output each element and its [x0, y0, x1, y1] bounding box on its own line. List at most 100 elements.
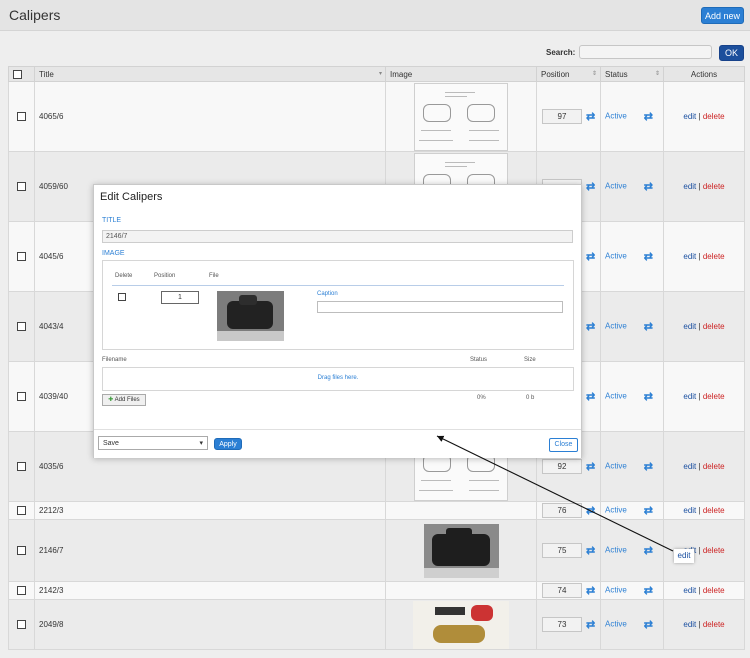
row-checkbox[interactable] — [17, 506, 26, 516]
edit-link[interactable]: edit — [683, 182, 696, 191]
edit-link[interactable]: edit — [683, 586, 696, 595]
refresh-icon[interactable]: ⇄ — [586, 111, 595, 123]
row-position-cell: 97 ⇄ — [536, 81, 601, 152]
column-header-title[interactable]: Title ▾ — [34, 66, 386, 82]
row-select-cell — [8, 151, 35, 222]
edit-link[interactable]: edit — [683, 506, 696, 515]
status-link[interactable]: Active — [605, 252, 627, 261]
delete-link[interactable]: delete — [703, 392, 725, 401]
edit-link[interactable]: edit — [683, 620, 696, 629]
delete-link[interactable]: delete — [703, 322, 725, 331]
position-input[interactable]: 76 — [542, 503, 582, 518]
delete-link[interactable]: delete — [703, 112, 725, 121]
position-input[interactable]: 97 — [542, 109, 582, 124]
edit-link[interactable]: edit — [683, 252, 696, 261]
column-header-position[interactable]: Position ⇕ — [536, 66, 601, 82]
delete-link[interactable]: delete — [703, 620, 725, 629]
row-checkbox[interactable] — [17, 112, 26, 122]
edit-link[interactable]: edit — [683, 322, 696, 331]
refresh-icon[interactable]: ⇄ — [586, 585, 595, 597]
row-checkbox[interactable] — [17, 462, 26, 472]
status-link[interactable]: Active — [605, 506, 627, 515]
status-link[interactable]: Active — [605, 462, 627, 471]
refresh-icon[interactable]: ⇄ — [586, 505, 595, 517]
delete-column-header: Delete — [115, 273, 133, 279]
row-position-cell: 73 ⇄ — [536, 599, 601, 650]
delete-link[interactable]: delete — [703, 182, 725, 191]
image-position-input[interactable]: 1 — [161, 291, 199, 304]
refresh-icon[interactable]: ⇄ — [586, 251, 595, 263]
refresh-icon[interactable]: ⇄ — [586, 321, 595, 333]
file-drop-zone[interactable]: Drag files here. — [102, 367, 574, 391]
edit-link[interactable]: edit — [683, 392, 696, 401]
row-checkbox[interactable] — [17, 392, 26, 402]
sort-icon: ▾ — [378, 71, 382, 77]
title-field[interactable]: 2146/7 — [102, 230, 573, 243]
delete-link[interactable]: delete — [703, 252, 725, 261]
divider — [112, 285, 564, 286]
status-link[interactable]: Active — [605, 112, 627, 121]
add-files-label: Add Files — [114, 397, 140, 403]
delete-link[interactable]: delete — [703, 506, 725, 515]
save-action-select[interactable]: Save ▾ — [98, 436, 208, 450]
refresh-icon[interactable]: ⇄ — [644, 505, 653, 517]
add-files-button[interactable]: ✚ Add Files — [102, 394, 146, 406]
row-checkbox[interactable] — [17, 586, 26, 596]
row-checkbox[interactable] — [17, 252, 26, 262]
refresh-icon[interactable]: ⇄ — [586, 391, 595, 403]
delete-image-checkbox[interactable] — [118, 293, 126, 301]
close-button[interactable]: Close — [549, 438, 578, 452]
status-link[interactable]: Active — [605, 392, 627, 401]
image-section-label: IMAGE — [102, 250, 125, 257]
select-all-checkbox[interactable] — [13, 69, 22, 79]
row-status-cell: Active ⇄ — [600, 361, 664, 432]
refresh-icon[interactable]: ⇄ — [586, 461, 595, 473]
row-position-cell: 76 ⇄ — [536, 501, 601, 520]
row-image-cell — [385, 581, 537, 600]
row-checkbox[interactable] — [17, 182, 26, 192]
status-link[interactable]: Active — [605, 620, 627, 629]
position-input[interactable]: 75 — [542, 543, 582, 558]
delete-link[interactable]: delete — [703, 546, 725, 555]
row-checkbox[interactable] — [17, 322, 26, 332]
row-checkbox[interactable] — [17, 546, 26, 556]
row-checkbox[interactable] — [17, 620, 26, 630]
refresh-icon[interactable]: ⇄ — [644, 321, 653, 333]
refresh-icon[interactable]: ⇄ — [644, 391, 653, 403]
search-input[interactable] — [579, 45, 712, 59]
column-header-status[interactable]: Status ⇕ — [600, 66, 664, 82]
add-new-button[interactable]: Add new — [701, 7, 744, 24]
refresh-icon[interactable]: ⇄ — [644, 461, 653, 473]
row-image-cell — [385, 501, 537, 520]
refresh-icon[interactable]: ⇄ — [586, 619, 595, 631]
edit-link[interactable]: edit — [683, 112, 696, 121]
status-link[interactable]: Active — [605, 322, 627, 331]
apply-button[interactable]: Apply — [214, 438, 242, 450]
position-input[interactable]: 74 — [542, 583, 582, 598]
row-image-cell — [385, 81, 537, 152]
caption-input[interactable] — [317, 301, 563, 313]
delete-link[interactable]: delete — [703, 586, 725, 595]
refresh-icon[interactable]: ⇄ — [644, 111, 653, 123]
refresh-icon[interactable]: ⇄ — [644, 251, 653, 263]
delete-link[interactable]: delete — [703, 462, 725, 471]
drop-zone-text: Drag files here. — [317, 375, 359, 381]
edit-link[interactable]: edit — [683, 462, 696, 471]
status-link[interactable]: Active — [605, 546, 627, 555]
refresh-icon[interactable]: ⇄ — [644, 585, 653, 597]
refresh-icon[interactable]: ⇄ — [644, 619, 653, 631]
position-input[interactable]: 92 — [542, 459, 582, 474]
action-separator: | — [698, 462, 701, 471]
refresh-icon[interactable]: ⇄ — [586, 545, 595, 557]
action-separator: | — [698, 252, 701, 261]
action-separator: | — [698, 392, 701, 401]
search-ok-button[interactable]: OK — [719, 45, 744, 61]
table-row: 4065/6 97 ⇄ Active ⇄ edit | delete — [8, 81, 745, 152]
status-link[interactable]: Active — [605, 182, 627, 191]
status-link[interactable]: Active — [605, 586, 627, 595]
refresh-icon[interactable]: ⇄ — [644, 181, 653, 193]
highlighted-edit-link[interactable]: edit — [674, 549, 694, 563]
refresh-icon[interactable]: ⇄ — [644, 545, 653, 557]
refresh-icon[interactable]: ⇄ — [586, 181, 595, 193]
position-input[interactable]: 73 — [542, 617, 582, 632]
